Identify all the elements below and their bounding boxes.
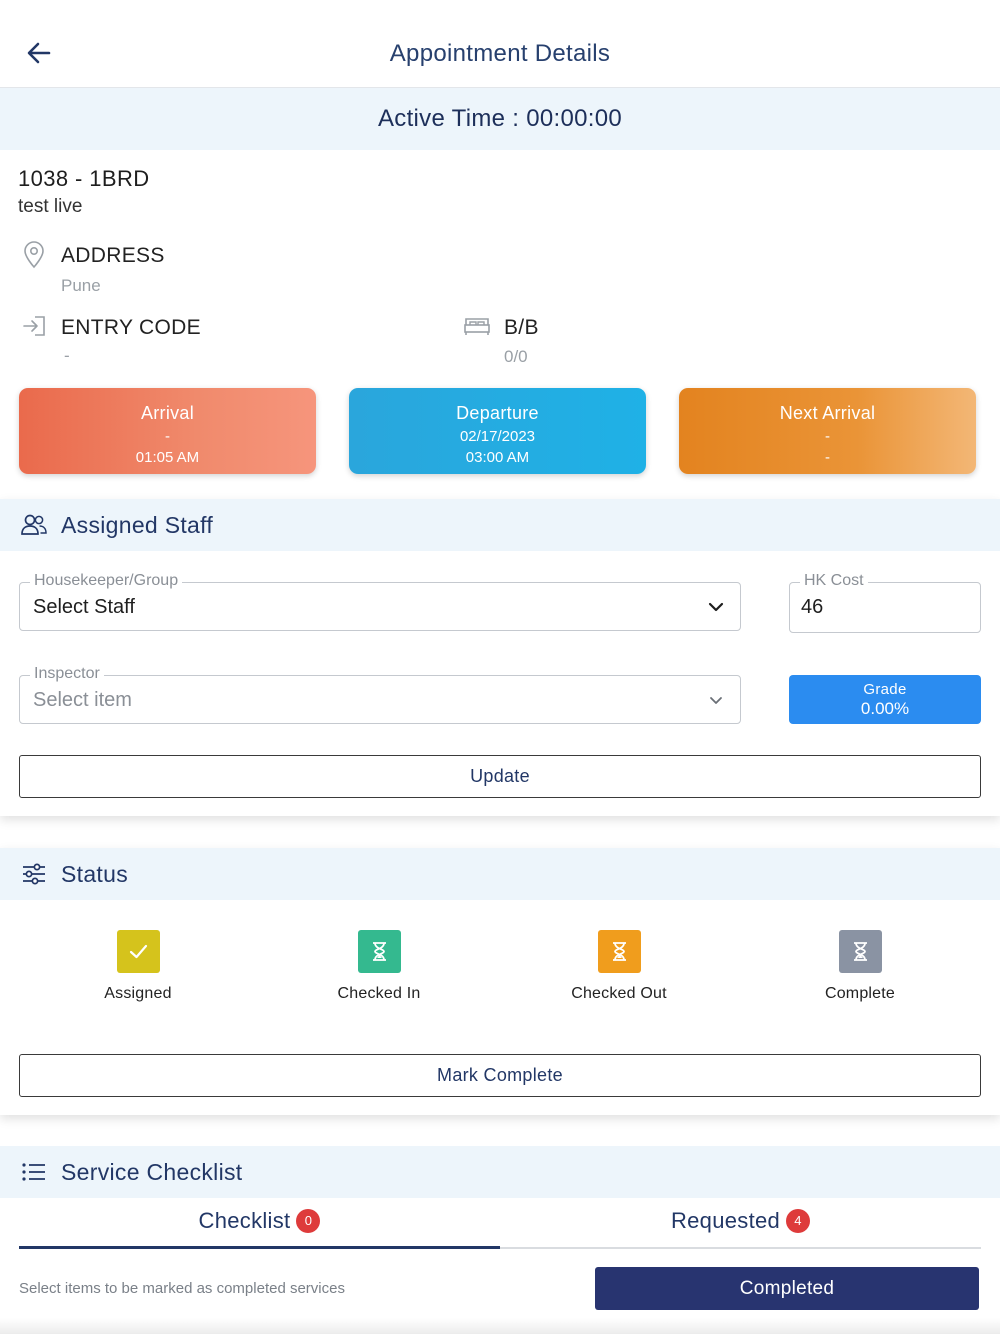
hk-cost-legend: HK Cost [800,572,868,590]
arrival-date: - [165,428,170,445]
departure-time: 03:00 AM [465,449,530,466]
update-button[interactable]: Update [19,755,981,798]
departure-card: Departure 02/17/2023 03:00 AM [349,388,646,474]
status-title: Status [61,861,129,887]
unit-subtitle: test live [18,196,83,217]
tab-checklist-label: Checklist [198,1208,291,1233]
tab-active-indicator [19,1246,500,1249]
arrival-time: 01:05 AM [135,449,200,466]
status-checked-in[interactable]: Checked In [279,930,479,1003]
inspector-placeholder: Select item [33,689,132,711]
status-checked-in-label: Checked In [337,985,421,1002]
next-arrival-date: - [825,428,830,445]
status-panel: Status Assigned Checked In Checked Out C… [0,848,1000,1115]
beds-value: 0/0 [504,347,528,366]
status-complete-label: Complete [824,985,896,1002]
assigned-staff-panel: Assigned Staff Housekeeper/Group Select … [0,499,1000,816]
next-arrival-time: - [825,449,830,466]
check-icon [129,944,147,959]
location-pin-icon [22,241,46,274]
assigned-staff-title: Assigned Staff [61,512,214,538]
tab-checklist-badge: 0 [296,1209,321,1233]
mark-complete-button[interactable]: Mark Complete [19,1054,981,1097]
completed-button[interactable]: Completed [595,1267,979,1310]
status-checked-out[interactable]: Checked Out [519,930,719,1003]
beds-label: B/B [504,316,539,339]
status-checked-in-badge [357,930,401,973]
hourglass-icon [853,942,867,961]
status-header: Status [0,848,1000,900]
checklist-hint: Select items to be marked as completed s… [19,1280,345,1297]
status-complete-badge [838,930,882,973]
status-assigned-badge [116,930,160,973]
entry-code-label: ENTRY CODE [61,316,201,339]
sign-in-icon [22,314,48,343]
list-icon [21,1160,47,1189]
bed-icon [463,315,491,342]
departure-date: 02/17/2023 [459,428,536,445]
app-header: Appointment Details [0,0,1000,88]
inspector-legend: Inspector [30,665,104,683]
arrival-card: Arrival - 01:05 AM [19,388,316,474]
tab-requested-label: Requested [670,1208,781,1233]
address-value: Pune [61,276,101,295]
tab-requested[interactable]: Requested 4 [500,1208,981,1252]
active-time-bar: Active Time : 00:00:00 [0,88,1000,150]
tab-divider [500,1247,981,1249]
housekeeper-value: Select Staff [33,596,135,618]
arrival-title: Arrival [140,403,195,423]
service-checklist-title: Service Checklist [61,1159,243,1185]
grade-label: Grade [863,681,907,698]
service-checklist-header: Service Checklist [0,1146,1000,1198]
hk-cost-field[interactable]: HK Cost 46 [789,572,981,633]
status-assigned[interactable]: Assigned [38,930,238,1003]
entry-code-value: - [64,346,70,365]
unit-title: 1038 - 1BRD [18,166,150,191]
grade-button[interactable]: Grade 0.00% [789,675,981,724]
tab-requested-badge: 4 [786,1209,811,1233]
sliders-icon [21,861,47,892]
inspector-select[interactable]: Inspector Select item [19,665,741,724]
status-assigned-label: Assigned [104,985,172,1002]
grade-value: 0.00% [860,699,910,718]
status-checked-out-badge [597,930,641,973]
housekeeper-select[interactable]: Housekeeper/Group Select Staff [19,572,741,631]
next-arrival-title: Next Arrival [779,403,876,423]
hourglass-icon [372,942,386,961]
departure-title: Departure [456,403,539,423]
chevron-down-icon [708,600,724,618]
users-icon [20,513,48,542]
housekeeper-legend: Housekeeper/Group [30,572,183,590]
hk-cost-value: 46 [801,596,824,618]
status-checked-out-label: Checked Out [571,985,667,1002]
next-arrival-card: Next Arrival - - [679,388,976,474]
status-complete[interactable]: Complete [760,930,960,1003]
chevron-down-icon [708,693,724,711]
page-title: Appointment Details [389,40,611,67]
bottom-shadow [0,1318,1000,1334]
hourglass-icon [612,942,626,961]
assigned-staff-header: Assigned Staff [0,499,1000,551]
address-label: ADDRESS [61,244,165,267]
